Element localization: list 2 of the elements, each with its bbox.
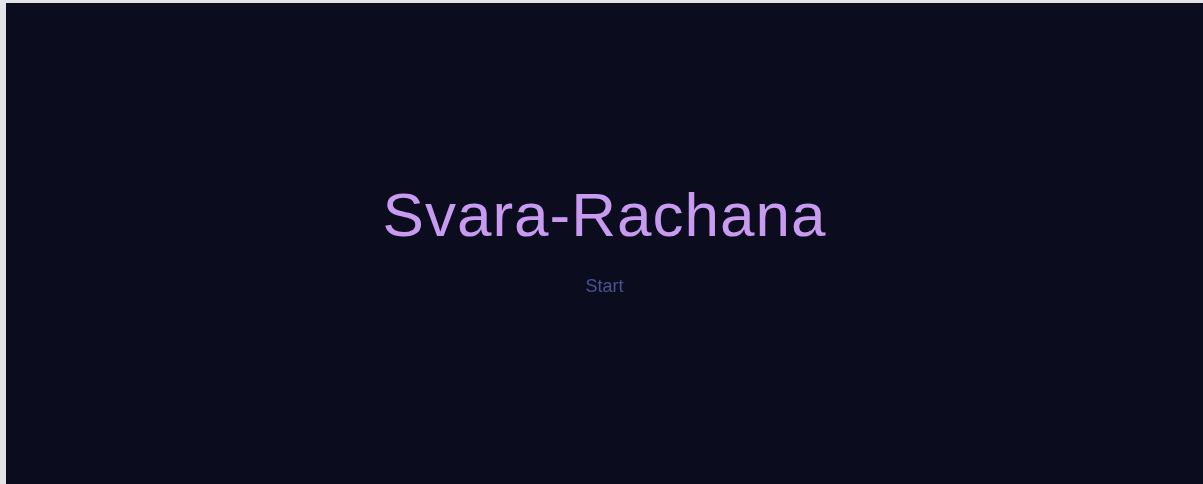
app-title: Svara-Rachana [382,178,827,250]
start-button[interactable]: Start [579,273,630,299]
